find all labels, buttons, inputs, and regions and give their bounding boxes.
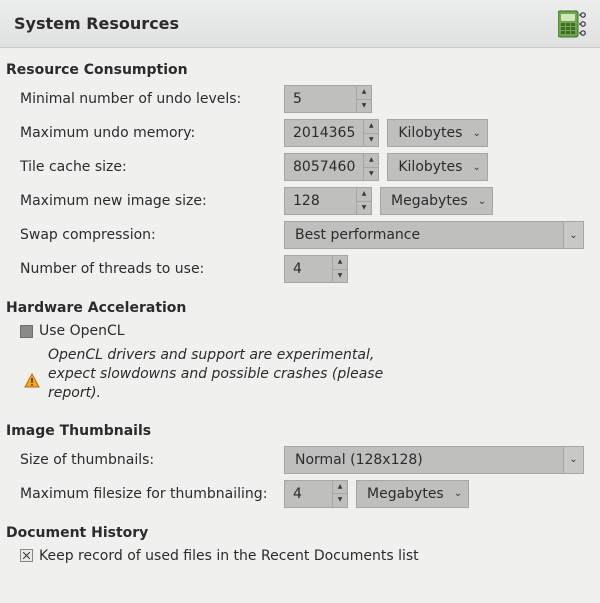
label-swap-compression: Swap compression: — [6, 227, 284, 243]
row-opencl-warning: OpenCL drivers and support are experimen… — [6, 342, 594, 409]
system-resources-icon — [556, 7, 590, 41]
spin-up-icon[interactable]: ▲ — [356, 187, 372, 201]
label-undo-memory: Maximum undo memory: — [6, 125, 284, 141]
section-document-history: Document History Keep record of used fil… — [0, 511, 600, 567]
spin-up-icon[interactable]: ▲ — [332, 480, 348, 494]
row-thumbnail-maxfile: Maximum filesize for thumbnailing: 4 ▲ ▼… — [6, 477, 594, 511]
spin-value[interactable]: 128 — [284, 187, 356, 215]
section-title-thumbs: Image Thumbnails — [6, 415, 594, 443]
spin-threads[interactable]: 4 ▲ ▼ — [284, 255, 348, 283]
spin-down-icon[interactable]: ▼ — [363, 167, 379, 182]
section-hardware-acceleration: Hardware Acceleration Use OpenCL OpenCL … — [0, 286, 600, 409]
chevron-down-icon[interactable]: ⌄ — [563, 447, 583, 473]
spin-down-icon[interactable]: ▼ — [332, 269, 348, 284]
label-thumbnail-size: Size of thumbnails: — [6, 452, 284, 468]
combo-new-image-unit[interactable]: Megabytes ⌄ — [380, 187, 493, 215]
section-title-history: Document History — [6, 517, 594, 545]
label-tile-cache: Tile cache size: — [6, 159, 284, 175]
row-use-opencl: Use OpenCL — [6, 320, 594, 342]
combo-label: Megabytes — [391, 193, 468, 209]
checkbox-use-opencl[interactable] — [20, 325, 33, 338]
spin-up-icon[interactable]: ▲ — [356, 85, 372, 99]
label-threads: Number of threads to use: — [6, 261, 284, 277]
row-threads: Number of threads to use: 4 ▲ ▼ — [6, 252, 594, 286]
label-use-opencl: Use OpenCL — [39, 323, 125, 339]
spin-thumbnail-maxfile[interactable]: 4 ▲ ▼ — [284, 480, 348, 508]
warning-text: OpenCL drivers and support are experimen… — [48, 346, 408, 403]
spin-value[interactable]: 8057460 — [284, 153, 363, 181]
page-header: System Resources — [0, 0, 600, 48]
spin-up-icon[interactable]: ▲ — [363, 153, 379, 167]
dropdown-value: Normal (128x128) — [285, 452, 563, 468]
page-title: System Resources — [14, 14, 556, 33]
combo-label: Kilobytes — [398, 159, 462, 175]
combo-undo-memory-unit[interactable]: Kilobytes ⌄ — [387, 119, 487, 147]
row-undo-memory: Maximum undo memory: 2014365 ▲ ▼ Kilobyt… — [6, 116, 594, 150]
chevron-down-icon: ⌄ — [478, 196, 486, 207]
label-new-image-size: Maximum new image size: — [6, 193, 284, 209]
combo-label: Megabytes — [367, 486, 444, 502]
combo-thumbnail-maxfile-unit[interactable]: Megabytes ⌄ — [356, 480, 469, 508]
dropdown-swap-compression[interactable]: Best performance ⌄ — [284, 221, 584, 249]
chevron-down-icon: ⌄ — [454, 488, 462, 499]
section-image-thumbnails: Image Thumbnails Size of thumbnails: Nor… — [0, 409, 600, 511]
row-undo-levels: Minimal number of undo levels: 5 ▲ ▼ — [6, 82, 594, 116]
row-swap-compression: Swap compression: Best performance ⌄ — [6, 218, 594, 252]
dropdown-thumbnail-size[interactable]: Normal (128x128) ⌄ — [284, 446, 584, 474]
label-thumbnail-maxfile: Maximum filesize for thumbnailing: — [6, 486, 284, 502]
spin-value[interactable]: 2014365 — [284, 119, 363, 147]
spin-down-icon[interactable]: ▼ — [363, 133, 379, 148]
section-resource-consumption: Resource Consumption Minimal number of u… — [0, 48, 600, 286]
combo-label: Kilobytes — [398, 125, 462, 141]
spin-tile-cache[interactable]: 8057460 ▲ ▼ — [284, 153, 379, 181]
row-thumbnail-size: Size of thumbnails: Normal (128x128) ⌄ — [6, 443, 594, 477]
dropdown-value: Best performance — [285, 227, 563, 243]
spin-down-icon[interactable]: ▼ — [332, 493, 348, 508]
spin-down-icon[interactable]: ▼ — [356, 201, 372, 216]
spin-undo-levels[interactable]: 5 ▲ ▼ — [284, 85, 372, 113]
spin-down-icon[interactable]: ▼ — [356, 99, 372, 114]
spin-new-image-size[interactable]: 128 ▲ ▼ — [284, 187, 372, 215]
label-keep-record: Keep record of used files in the Recent … — [39, 548, 419, 564]
row-keep-record: Keep record of used files in the Recent … — [6, 545, 594, 567]
spin-value[interactable]: 4 — [284, 255, 332, 283]
spin-value[interactable]: 4 — [284, 480, 332, 508]
row-new-image-size: Maximum new image size: 128 ▲ ▼ Megabyte… — [6, 184, 594, 218]
spin-undo-memory[interactable]: 2014365 ▲ ▼ — [284, 119, 379, 147]
section-title-accel: Hardware Acceleration — [6, 292, 594, 320]
chevron-down-icon[interactable]: ⌄ — [563, 222, 583, 248]
spin-up-icon[interactable]: ▲ — [332, 255, 348, 269]
warning-icon — [24, 346, 42, 403]
label-undo-levels: Minimal number of undo levels: — [6, 91, 284, 107]
combo-tile-cache-unit[interactable]: Kilobytes ⌄ — [387, 153, 487, 181]
section-title-resource: Resource Consumption — [6, 54, 594, 82]
row-tile-cache: Tile cache size: 8057460 ▲ ▼ Kilobytes ⌄ — [6, 150, 594, 184]
chevron-down-icon: ⌄ — [472, 162, 480, 173]
chevron-down-icon: ⌄ — [472, 128, 480, 139]
spin-value[interactable]: 5 — [284, 85, 356, 113]
spin-up-icon[interactable]: ▲ — [363, 119, 379, 133]
checkbox-keep-record[interactable] — [20, 549, 33, 562]
